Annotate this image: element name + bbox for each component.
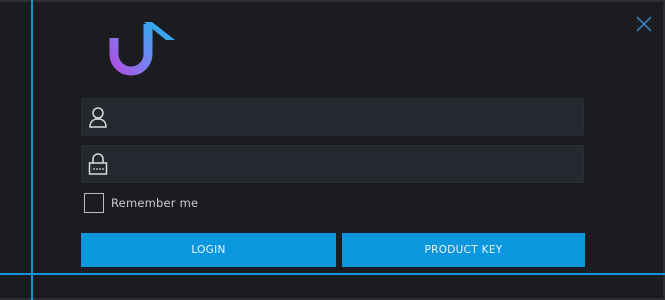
username-field	[81, 98, 584, 136]
remember-me[interactable]: Remember me	[84, 192, 198, 214]
lock-icon	[88, 153, 108, 175]
user-icon	[89, 107, 107, 128]
window-border-top	[0, 0, 665, 2]
close-icon	[636, 16, 652, 32]
remember-me-label: Remember me	[111, 196, 199, 210]
music-note-logo-icon	[109, 22, 175, 76]
accent-line-horizontal	[0, 273, 665, 275]
password-field	[81, 145, 584, 183]
login-button[interactable]: LOGIN	[81, 233, 336, 267]
app-logo	[104, 20, 179, 82]
product-key-button[interactable]: PRODUCT KEY	[342, 233, 585, 267]
password-input[interactable]	[116, 146, 581, 182]
username-input[interactable]	[116, 99, 581, 135]
login-window: Remember me LOGIN PRODUCT KEY	[0, 0, 665, 300]
remember-me-checkbox[interactable]	[84, 193, 104, 213]
close-button[interactable]	[634, 14, 654, 34]
accent-line-vertical	[31, 0, 33, 300]
